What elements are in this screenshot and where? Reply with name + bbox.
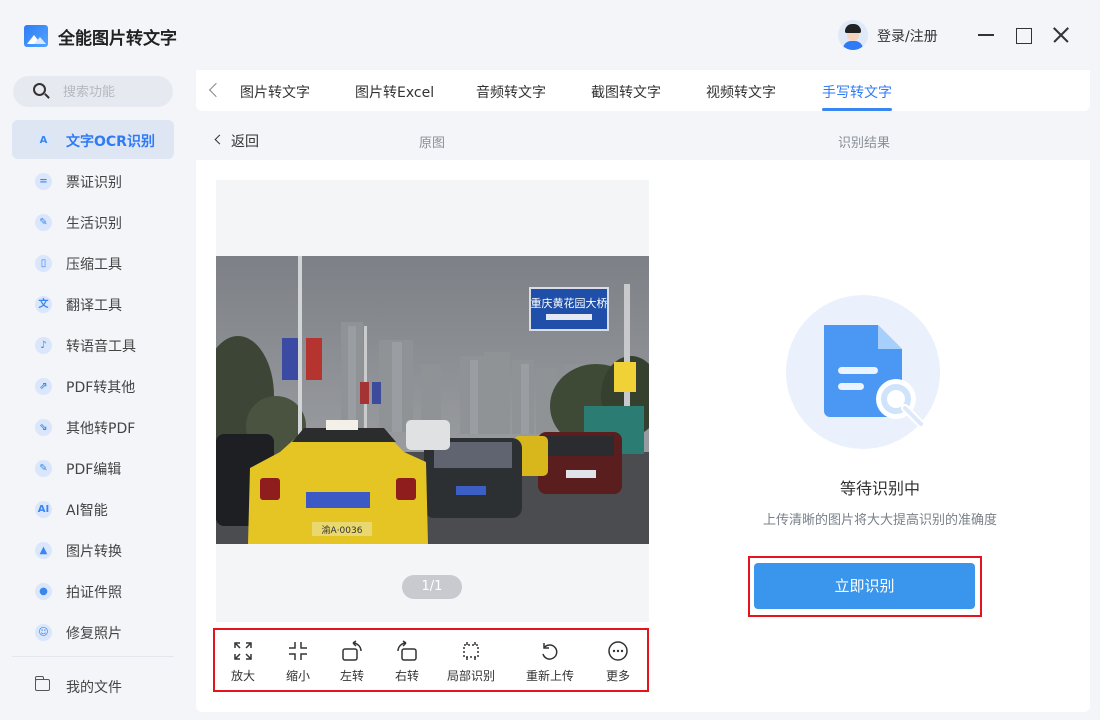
pdf-import-icon: ⇘ — [35, 419, 52, 436]
page-indicator: 1/1 — [402, 575, 462, 599]
partial-recognize-button[interactable]: 局部识别 — [441, 636, 501, 686]
road-sign-text: 重庆黄花园大桥 — [531, 296, 608, 310]
sidebar-item-id-photo[interactable]: ● 拍证件照 — [12, 571, 174, 610]
tool-label: 右转 — [394, 669, 419, 683]
sidebar-item-translate[interactable]: 文 翻译工具 — [12, 284, 174, 323]
tab-handwriting-to-text[interactable]: 手写转文字 — [822, 82, 892, 111]
tab-image-to-text[interactable]: 图片转文字 — [240, 82, 310, 102]
sidebar-item-tts[interactable]: ♪ 转语音工具 — [12, 325, 174, 364]
sidebar-item-label: 文字OCR识别 — [66, 134, 155, 150]
sidebar-item-label: 修复照片 — [66, 626, 122, 642]
ai-icon: AI — [35, 501, 52, 518]
portrait-icon: ☺ — [35, 624, 52, 641]
sidebar-item-label: 图片转换 — [66, 544, 122, 560]
sidebar-item-image-convert[interactable]: ▲ 图片转换 — [12, 530, 174, 569]
compress-icon: ▯ — [35, 255, 52, 272]
pdf-export-icon: ⇗ — [35, 378, 52, 395]
rotate-left-icon — [342, 640, 362, 661]
rotate-right-icon — [397, 640, 417, 661]
sidebar-item-compress[interactable]: ▯ 压缩工具 — [12, 243, 174, 282]
sidebar-item-label: PDF转其他 — [66, 380, 136, 396]
minimize-button[interactable] — [973, 22, 999, 48]
tool-label: 左转 — [339, 669, 364, 683]
close-button[interactable] — [1048, 22, 1074, 48]
login-register-link[interactable]: 登录/注册 — [877, 26, 938, 46]
search-icon — [33, 83, 46, 96]
reupload-icon — [542, 643, 558, 660]
music-note-icon: ♪ — [35, 337, 52, 354]
reupload-button[interactable]: 重新上传 — [520, 636, 580, 686]
sidebar-item-repair-photo[interactable]: ☺ 修复照片 — [12, 612, 174, 651]
pen-icon: ✎ — [35, 214, 52, 231]
result-label: 识别结果 — [838, 136, 891, 151]
sidebar-item-ocr[interactable]: A 文字OCR识别 — [12, 120, 174, 159]
tabs-scroll-left-icon[interactable] — [204, 80, 224, 100]
title-bar: 全能图片转文字 登录/注册 — [0, 0, 1100, 70]
rotate-left-button[interactable]: 左转 — [329, 636, 375, 686]
feature-tabs: 图片转文字 图片转Excel 音频转文字 截图转文字 视频转文字 手写转文字 — [196, 70, 1090, 111]
sidebar-item-label: 转语音工具 — [66, 339, 136, 355]
tool-label: 缩小 — [285, 669, 310, 683]
sidebar-item-ticket[interactable]: = 票证识别 — [12, 161, 174, 200]
avatar[interactable] — [838, 20, 868, 50]
sidebar-item-pdf-to-other[interactable]: ⇗ PDF转其他 — [12, 366, 174, 405]
sidebar-item-label: PDF编辑 — [66, 462, 122, 478]
sidebar-item-ai[interactable]: AI AI智能 — [12, 489, 174, 528]
search-box[interactable] — [13, 76, 173, 107]
tab-image-to-excel[interactable]: 图片转Excel — [355, 82, 434, 102]
document-search-icon — [824, 325, 926, 429]
zoom-out-button[interactable]: 缩小 — [275, 636, 321, 686]
image-preview[interactable]: 重庆黄花园大桥 渝A·0036 1/1 — [216, 180, 649, 622]
sidebar-item-pdf-edit[interactable]: ✎ PDF编辑 — [12, 448, 174, 487]
tool-label: 更多 — [605, 669, 630, 683]
image-icon: ▲ — [35, 542, 52, 559]
my-files-link[interactable]: 我的文件 — [66, 677, 122, 697]
zoom-in-icon — [234, 642, 252, 660]
street-photo: 重庆黄花园大桥 渝A·0036 — [216, 256, 649, 544]
tab-video-to-text[interactable]: 视频转文字 — [706, 82, 776, 102]
sidebar-item-label: 生活识别 — [66, 216, 122, 232]
more-button[interactable]: 更多 — [595, 636, 641, 686]
sidebar-divider — [12, 656, 174, 657]
more-icon — [608, 641, 628, 661]
translate-icon: 文 — [35, 296, 52, 313]
sidebar-item-label: 翻译工具 — [66, 298, 122, 314]
app-title: 全能图片转文字 — [58, 29, 177, 49]
waiting-illustration — [786, 295, 940, 449]
back-button[interactable]: 返回 — [231, 131, 259, 151]
tab-screenshot-to-text[interactable]: 截图转文字 — [591, 82, 661, 102]
maximize-button[interactable] — [1010, 22, 1036, 48]
sidebar-item-other-to-pdf[interactable]: ⇘ 其他转PDF — [12, 407, 174, 446]
tool-label: 局部识别 — [446, 669, 495, 683]
folder-icon — [35, 676, 50, 691]
image-toolbar: 放大 缩小 左转 右转 局部识别 重新上传 更多 — [213, 628, 649, 692]
edit-icon: ✎ — [35, 460, 52, 477]
sidebar-item-label: 票证识别 — [66, 175, 122, 191]
waiting-hint: 上传清晰的图片将大大提高识别的准确度 — [762, 513, 997, 528]
back-chevron-icon[interactable] — [214, 134, 225, 145]
crop-icon — [463, 642, 479, 660]
rotate-right-button[interactable]: 右转 — [384, 636, 430, 686]
main-panel: 返回 原图 识别结果 重庆黄花园大桥 渝A·0036 1/1 放大 缩小 左转 … — [196, 120, 1090, 712]
sidebar-item-life[interactable]: ✎ 生活识别 — [12, 202, 174, 241]
recognize-now-button[interactable]: 立即识别 — [754, 563, 975, 609]
camera-icon: ● — [35, 583, 52, 600]
ocr-icon: A — [35, 132, 52, 149]
tool-label: 放大 — [230, 669, 255, 683]
ticket-icon: = — [35, 173, 52, 190]
sub-header: 返回 原图 识别结果 — [196, 120, 1090, 160]
sidebar-item-label: 压缩工具 — [66, 257, 122, 273]
zoom-in-button[interactable]: 放大 — [220, 636, 266, 686]
sidebar-item-label: 其他转PDF — [66, 421, 136, 437]
sidebar-item-label: AI智能 — [66, 503, 108, 519]
zoom-out-icon — [289, 642, 307, 660]
original-image-label: 原图 — [419, 136, 446, 151]
search-input[interactable] — [63, 82, 163, 102]
tab-audio-to-text[interactable]: 音频转文字 — [476, 82, 546, 102]
sidebar-item-label: 拍证件照 — [66, 585, 122, 601]
waiting-title: 等待识别中 — [839, 479, 920, 498]
app-logo-icon — [24, 25, 48, 47]
tool-label: 重新上传 — [525, 669, 574, 683]
